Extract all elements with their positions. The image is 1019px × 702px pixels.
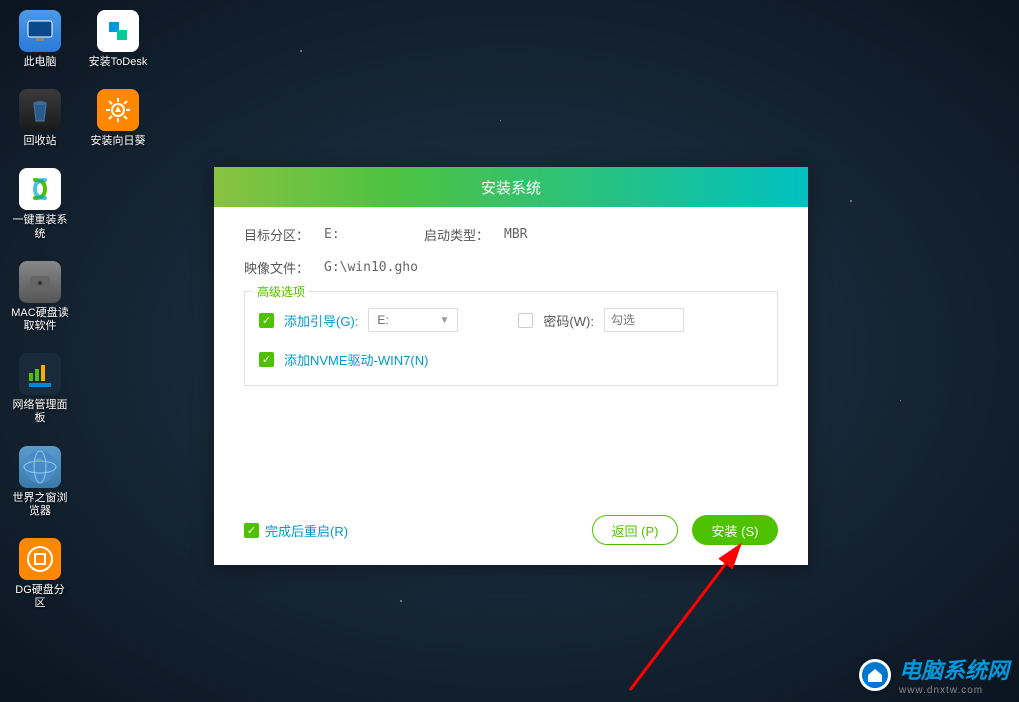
nvme-checkbox[interactable]: ✓ — [259, 352, 274, 367]
todesk-icon — [97, 10, 139, 52]
desktop-icon-network-panel[interactable]: 网络管理面板 — [10, 353, 70, 425]
reinstall-icon — [19, 168, 61, 210]
password-checkbox[interactable] — [518, 313, 533, 328]
boot-type-value: MBR — [504, 227, 527, 242]
dialog-title: 安装系统 — [214, 167, 808, 207]
password-input[interactable] — [604, 308, 684, 332]
desktop-icon-browser[interactable]: 世界之窗浏览器 — [10, 446, 70, 518]
back-button[interactable]: 返回 (P) — [592, 515, 678, 545]
watermark-url: www.dnxtw.com — [899, 685, 1009, 696]
desktop-icon-dg-partition[interactable]: DG硬盘分区 — [10, 538, 70, 610]
nvme-label[interactable]: 添加NVME驱动-WIN7(N) — [284, 350, 428, 369]
monitor-icon — [19, 10, 61, 52]
target-partition-label: 目标分区： — [244, 225, 324, 244]
recycle-bin-icon — [19, 89, 61, 131]
add-boot-label[interactable]: 添加引导(G): — [284, 311, 358, 330]
boot-type-label: 启动类型： — [424, 225, 504, 244]
image-file-value: G:\win10.gho — [324, 260, 418, 275]
restart-label[interactable]: 完成后重启(R) — [265, 521, 348, 540]
boot-drive-select[interactable]: E: ▼ — [368, 308, 458, 332]
icon-label: 安装向日葵 — [91, 135, 146, 148]
dialog-footer: ✓ 完成后重启(R) 返回 (P) 安装 (S) — [244, 515, 778, 545]
icon-label: 回收站 — [24, 135, 57, 148]
chevron-down-icon: ▼ — [439, 315, 449, 326]
watermark: 电脑系统网 www.dnxtw.com — [859, 653, 1009, 696]
icon-label: 安装ToDesk — [89, 56, 148, 69]
icon-label: 世界之窗浏览器 — [10, 492, 70, 518]
mac-disk-icon — [19, 261, 61, 303]
icon-label: 网络管理面板 — [10, 399, 70, 425]
desktop-icon-sunflower[interactable]: 安装向日葵 — [88, 89, 148, 148]
boot-drive-value: E: — [377, 313, 388, 327]
password-label: 密码(W): — [543, 311, 594, 330]
advanced-options-fieldset: 高级选项 ✓ 添加引导(G): E: ▼ 密码(W): ✓ 添加NVME驱动-W… — [244, 291, 778, 386]
restart-checkbox[interactable]: ✓ — [244, 523, 259, 538]
desktop-icons-area: 此电脑 安装ToDesk 回收站 安装向日葵 一键重装系统 — [10, 10, 160, 630]
desktop-icon-this-pc[interactable]: 此电脑 — [10, 10, 70, 69]
desktop-icon-reinstall[interactable]: 一键重装系统 — [10, 168, 70, 240]
globe-icon — [19, 446, 61, 488]
dialog-body: 目标分区： E: 启动类型： MBR 映像文件： G:\win10.gho 高级… — [214, 207, 808, 404]
icon-label: MAC硬盘读取软件 — [10, 307, 70, 333]
install-system-dialog: 安装系统 目标分区： E: 启动类型： MBR 映像文件： G:\win10.g… — [214, 167, 808, 565]
install-button[interactable]: 安装 (S) — [692, 515, 778, 545]
add-boot-checkbox[interactable]: ✓ — [259, 313, 274, 328]
icon-label: DG硬盘分区 — [10, 584, 70, 610]
icon-label: 一键重装系统 — [10, 214, 70, 240]
advanced-legend: 高级选项 — [253, 283, 309, 300]
watermark-title: 电脑系统网 — [899, 653, 1009, 685]
icon-label: 此电脑 — [24, 56, 57, 69]
watermark-logo-icon — [859, 659, 891, 691]
dg-partition-icon — [19, 538, 61, 580]
desktop-icon-recycle-bin[interactable]: 回收站 — [10, 89, 70, 148]
desktop-icon-mac-disk[interactable]: MAC硬盘读取软件 — [10, 261, 70, 333]
desktop-icon-todesk[interactable]: 安装ToDesk — [88, 10, 148, 69]
target-partition-value: E: — [324, 227, 424, 242]
image-file-label: 映像文件： — [244, 258, 324, 277]
sunflower-icon — [97, 89, 139, 131]
network-panel-icon — [19, 353, 61, 395]
